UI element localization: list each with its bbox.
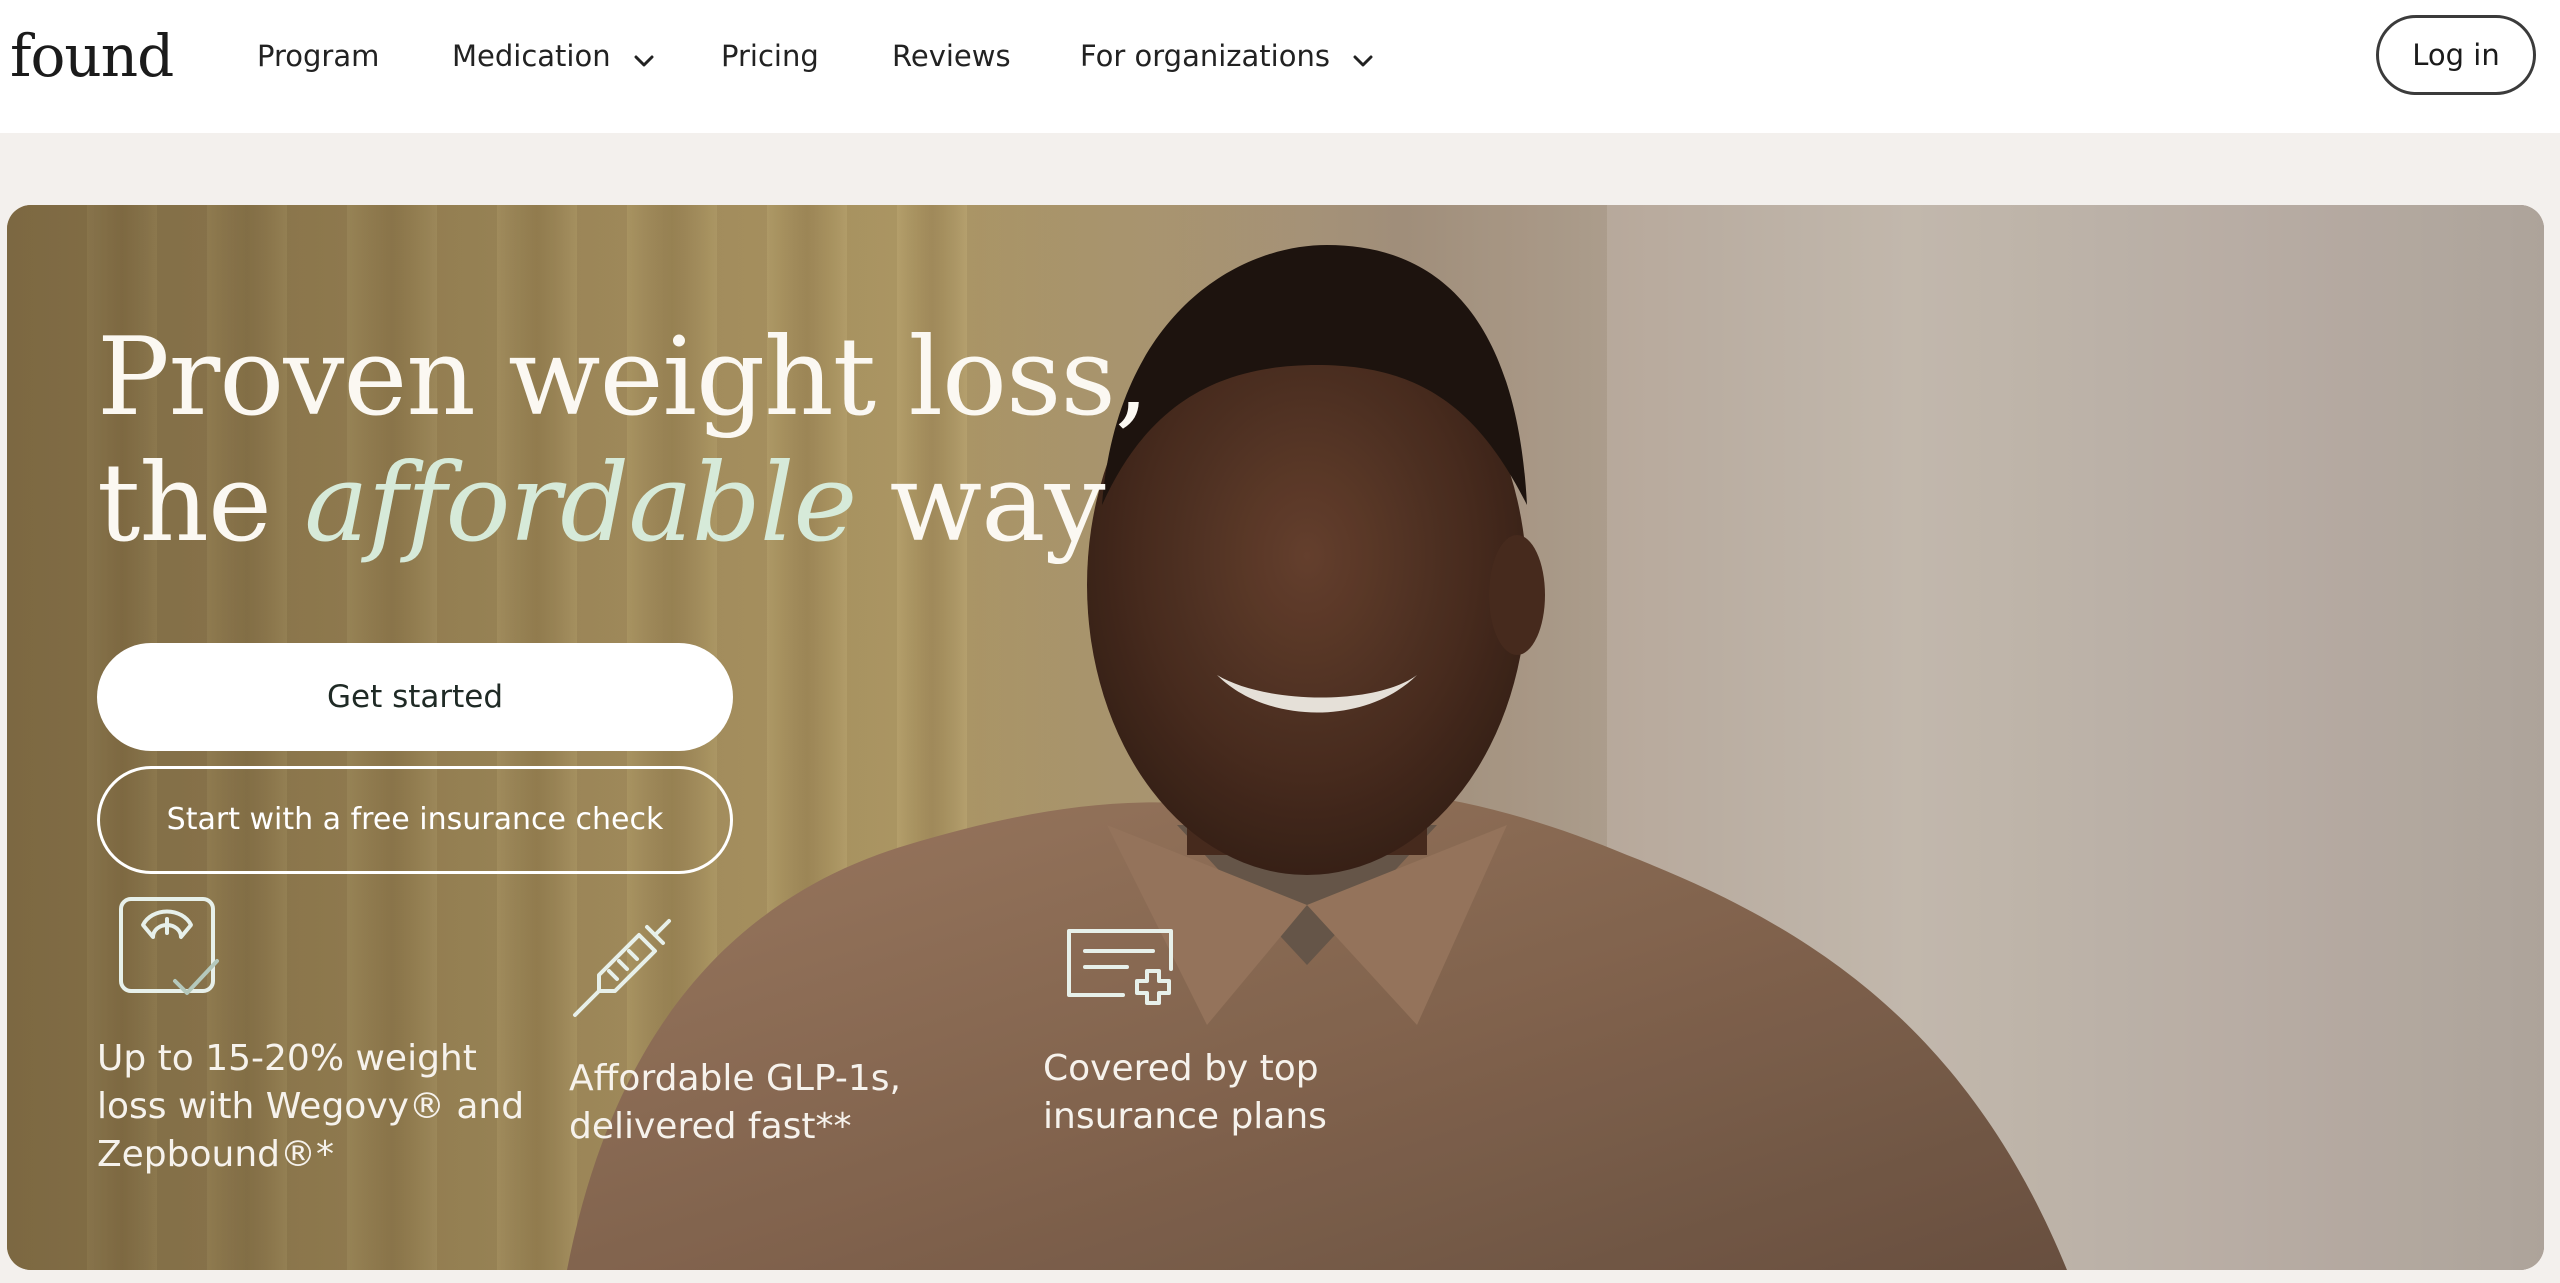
get-started-button[interactable]: Get started [97, 643, 733, 751]
nav-pricing[interactable]: Pricing [721, 36, 819, 76]
hero-headline-line2-post: way [856, 441, 1106, 566]
feature-weight-loss-text: Up to 15-20% weight loss with Wegovy® an… [97, 1038, 525, 1175]
nav-program-label: Program [257, 39, 380, 73]
nav-reviews-label: Reviews [892, 39, 1011, 73]
hero-headline-accent: affordable [304, 441, 857, 566]
feature-weight-loss: Up to 15-20% weight loss with Wegovy® an… [97, 895, 527, 1185]
nav-for-organizations-label: For organizations [1080, 39, 1330, 73]
chevron-down-icon [634, 38, 654, 78]
feature-glp1: Affordable GLP-1s, delivered fast** [569, 915, 999, 1175]
hero-headline-line2: the affordable way [97, 441, 1197, 567]
hero-section: Proven weight loss, the affordable way G… [7, 205, 2544, 1270]
feature-glp1-text: Affordable GLP-1s, delivered fast** [569, 1058, 901, 1147]
syringe-icon [569, 915, 679, 1038]
login-button[interactable]: Log in [2376, 15, 2536, 95]
nav-for-organizations[interactable]: For organizations [1080, 36, 1373, 76]
nav-program[interactable]: Program [257, 36, 379, 76]
insurance-card-plus-icon [1063, 925, 1183, 1034]
hero-headline: Proven weight loss, the affordable way [97, 315, 1197, 567]
scale-check-icon [117, 895, 221, 1010]
hero-headline-line1: Proven weight loss, [97, 315, 1149, 440]
nav-reviews[interactable]: Reviews [892, 36, 1011, 76]
feature-insurance: Covered by top insurance plans [1043, 925, 1473, 1175]
hero-headline-line2-pre: the [97, 441, 305, 566]
insurance-check-button[interactable]: Start with a free insurance check [97, 766, 733, 874]
feature-insurance-text: Covered by top insurance plans [1043, 1048, 1327, 1137]
nav-medication[interactable]: Medication [452, 36, 654, 76]
found-logo[interactable]: found [10, 16, 174, 96]
chevron-down-icon [1353, 38, 1373, 78]
top-navigation: found Program Medication Pricing Reviews… [0, 0, 2560, 133]
nav-pricing-label: Pricing [721, 39, 819, 73]
nav-medication-label: Medication [452, 39, 611, 73]
